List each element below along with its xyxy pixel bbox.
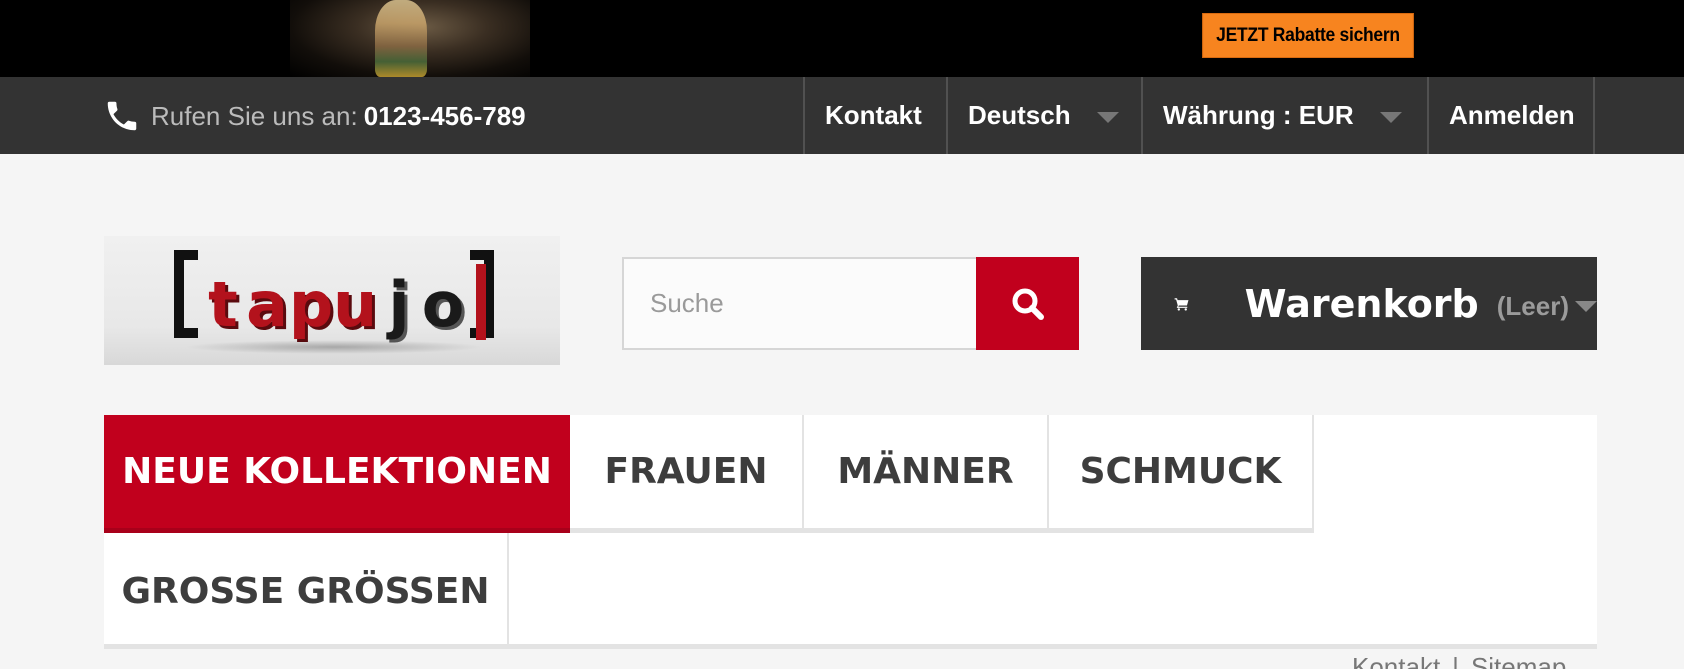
- search-icon: [1012, 288, 1044, 320]
- logo-bracket-right: [470, 250, 494, 340]
- promo-banner[interactable]: JETZT Rabatte sichern: [0, 0, 1684, 77]
- logo-letter: u: [332, 268, 378, 341]
- menu-item-neue-kollektionen[interactable]: NEUE KOLLEKTIONEN: [104, 415, 570, 533]
- banner-model-image: [375, 0, 427, 77]
- menu-item-grosse-groessen[interactable]: GROSSE GRÖSSEN: [104, 533, 509, 649]
- menu-divider: [104, 644, 1597, 649]
- cart-icon: [1174, 297, 1189, 311]
- logo-letter: o: [421, 268, 465, 341]
- discount-cta-button[interactable]: JETZT Rabatte sichern: [1202, 13, 1414, 58]
- logo-letter: a: [246, 268, 288, 341]
- currency-selector[interactable]: Währung : EUR: [1141, 77, 1427, 154]
- phone-label: Rufen Sie uns an:: [151, 100, 358, 131]
- menu-item-maenner[interactable]: MÄNNER: [804, 415, 1049, 533]
- chevron-down-icon: [1575, 301, 1597, 312]
- menu-item-schmuck[interactable]: SCHMUCK: [1049, 415, 1314, 533]
- cart-label: Warenkorb: [1244, 281, 1479, 326]
- cart-status: (Leer): [1496, 291, 1569, 321]
- main-category-menu: NEUE KOLLEKTIONEN FRAUEN MÄNNER SCHMUCK …: [104, 415, 1597, 649]
- login-link-label: Anmelden: [1449, 100, 1575, 130]
- footer-links: Kontakt | Sitemap: [1352, 652, 1566, 669]
- logo-bracket-left: [174, 250, 198, 338]
- footer-contact-link[interactable]: Kontakt: [1352, 652, 1440, 669]
- login-link[interactable]: Anmelden: [1427, 77, 1595, 154]
- site-logo[interactable]: t a p u j o: [104, 236, 560, 365]
- contact-link[interactable]: Kontakt: [803, 77, 946, 154]
- logo-graphic: t a p u j o: [174, 250, 494, 340]
- top-nav-links: Kontakt Deutsch Währung : EUR Anmelden: [803, 77, 1595, 154]
- chevron-down-icon: [1379, 111, 1402, 123]
- logo-letter: j: [388, 268, 410, 341]
- logo-letter: t: [208, 268, 238, 341]
- logo-shadow: [184, 340, 484, 354]
- menu-item-frauen[interactable]: FRAUEN: [570, 415, 804, 533]
- chevron-down-icon: [1096, 111, 1119, 123]
- footer-sitemap-link[interactable]: Sitemap: [1471, 652, 1566, 669]
- logo-lettering: t a p u j o: [202, 256, 464, 336]
- search-button[interactable]: [976, 257, 1079, 350]
- phone-number: 0123-456-789: [363, 100, 526, 131]
- search-bar: [622, 257, 1079, 350]
- language-label: Deutsch: [968, 100, 1071, 130]
- phone-contact: Rufen Sie uns an: 0123-456-789: [103, 91, 526, 141]
- phone-icon: [107, 101, 137, 131]
- search-input[interactable]: [622, 257, 976, 350]
- currency-label: Währung : EUR: [1163, 100, 1354, 130]
- shopping-cart-button[interactable]: Warenkorb (Leer): [1141, 257, 1597, 350]
- contact-link-label: Kontakt: [825, 100, 922, 130]
- top-navigation-bar: Rufen Sie uns an: 0123-456-789 Kontakt D…: [0, 77, 1684, 154]
- logo-letter: p: [288, 268, 334, 341]
- language-selector[interactable]: Deutsch: [946, 77, 1141, 154]
- footer-separator: |: [1452, 652, 1459, 669]
